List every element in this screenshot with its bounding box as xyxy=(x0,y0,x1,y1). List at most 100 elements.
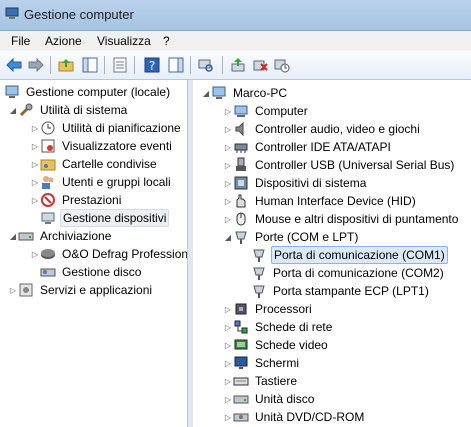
device-root[interactable]: ◢ Marco-PC xyxy=(201,84,289,102)
device-category[interactable]: ▷ Tastiere xyxy=(223,372,299,390)
tree-label: Utilità di pianificazione xyxy=(62,121,181,135)
device-category[interactable]: ▷ Computer xyxy=(223,102,310,120)
toolbar-separator xyxy=(134,56,135,74)
expand-arrow-icon[interactable]: ▷ xyxy=(223,102,233,120)
collapse-arrow-icon[interactable]: ◢ xyxy=(201,84,211,102)
expand-arrow-icon[interactable]: ▷ xyxy=(223,408,233,426)
device-category[interactable]: ▷ Controller USB (Universal Serial Bus) xyxy=(223,156,456,174)
expand-arrow-icon[interactable]: ▷ xyxy=(223,300,233,318)
collapse-arrow-icon[interactable]: ◢ xyxy=(223,228,233,246)
tree-label: Marco-PC xyxy=(233,86,288,100)
expand-arrow-icon[interactable]: ▷ xyxy=(223,192,233,210)
menu-help[interactable]: ? xyxy=(163,34,170,48)
port-icon xyxy=(233,229,249,245)
back-button[interactable] xyxy=(4,55,24,75)
collapse-arrow-icon[interactable]: ◢ xyxy=(8,101,18,119)
disable-device-button[interactable] xyxy=(272,55,292,75)
device-category[interactable]: ▷ Schede di rete xyxy=(223,318,334,336)
help-button[interactable]: ? xyxy=(142,55,162,75)
tree-item-gestione-dispositivi[interactable]: Gestione dispositivi xyxy=(40,209,170,227)
dvd-drive-icon xyxy=(233,409,249,425)
expand-arrow-icon[interactable]: ▷ xyxy=(223,174,233,192)
help-icon: ? xyxy=(144,57,160,73)
device-category[interactable]: ▷ Unità disco xyxy=(223,390,316,408)
device-category[interactable]: ▷ Schermi xyxy=(223,354,301,372)
device-category[interactable]: ▷ Processori xyxy=(223,300,314,318)
device-category[interactable]: ▷ Schede video xyxy=(223,336,330,354)
tree-item-defrag[interactable]: ▷ O&O Defrag Profession xyxy=(30,245,187,263)
device-category[interactable]: ▷ Controller audio, video e giochi xyxy=(223,120,422,138)
tree-label: Porte (COM e LPT) xyxy=(255,230,359,244)
expand-arrow-icon[interactable]: ▷ xyxy=(30,173,40,191)
performance-icon xyxy=(40,192,56,208)
expand-arrow-icon[interactable]: ▷ xyxy=(223,120,233,138)
expand-arrow-icon[interactable]: ▷ xyxy=(223,336,233,354)
device-category[interactable]: ▷ Unità DVD/CD-ROM xyxy=(223,408,366,426)
forward-button[interactable] xyxy=(26,55,46,75)
tree-item-utenti[interactable]: ▷ Utenti e gruppi locali xyxy=(30,173,173,191)
tree-label: Porta di comunicazione (COM1) xyxy=(271,246,448,264)
console-tree-icon xyxy=(82,57,98,73)
show-tree-button[interactable] xyxy=(80,55,100,75)
device-tree-pane[interactable]: ◢ Marco-PC ▷ Computer ▷ Controller audio… xyxy=(193,80,471,427)
back-arrow-icon xyxy=(6,58,22,72)
menu-azione[interactable]: Azione xyxy=(45,34,82,48)
expand-arrow-icon[interactable]: ▷ xyxy=(30,119,40,137)
device-category[interactable]: ▷ Controller IDE ATA/ATAPI xyxy=(223,138,393,156)
toolbar-separator xyxy=(190,56,191,74)
tree-label: Human Interface Device (HID) xyxy=(255,194,416,208)
tree-item-gestione-disco[interactable]: Gestione disco xyxy=(40,263,143,281)
tree-label: Schede di rete xyxy=(255,320,333,334)
port-item-lpt1[interactable]: Porta stampante ECP (LPT1) xyxy=(251,282,431,300)
tree-item-cartelle[interactable]: ▷ Cartelle condivise xyxy=(30,155,159,173)
computer-icon xyxy=(211,85,227,101)
shared-folder-icon xyxy=(40,156,56,172)
tree-label: Gestione disco xyxy=(62,265,142,279)
expand-arrow-icon[interactable]: ▷ xyxy=(8,281,18,299)
tree-item-root[interactable]: Gestione computer (locale) xyxy=(4,83,172,101)
expand-arrow-icon[interactable]: ▷ xyxy=(223,372,233,390)
expand-arrow-icon[interactable]: ▷ xyxy=(30,137,40,155)
network-adapter-icon xyxy=(233,319,249,335)
tree-label: Controller USB (Universal Serial Bus) xyxy=(255,158,455,172)
port-item-com2[interactable]: Porta di comunicazione (COM2) xyxy=(251,264,446,282)
expand-arrow-icon[interactable]: ▷ xyxy=(30,191,40,209)
tree-item-servizi[interactable]: ▷ Servizi e applicazioni xyxy=(8,281,154,299)
menu-visualizza[interactable]: Visualizza xyxy=(97,34,151,48)
scan-hardware-button[interactable] xyxy=(196,55,216,75)
device-category[interactable]: ▷ Human Interface Device (HID) xyxy=(223,192,418,210)
storage-icon xyxy=(18,228,34,244)
tree-label: Visualizzatore eventi xyxy=(62,139,172,153)
tree-label: Servizi e applicazioni xyxy=(40,283,153,297)
menu-file[interactable]: File xyxy=(11,34,30,48)
toolbar-separator xyxy=(50,56,51,74)
expand-arrow-icon[interactable]: ▷ xyxy=(30,155,40,173)
tree-item-utilita[interactable]: ◢ Utilità di sistema xyxy=(8,101,129,119)
device-category[interactable]: ▷ Dispositivi di sistema xyxy=(223,174,368,192)
device-category-porte[interactable]: ◢ Porte (COM e LPT) xyxy=(223,228,360,246)
update-driver-button[interactable] xyxy=(228,55,248,75)
show-action-pane-button[interactable] xyxy=(166,55,186,75)
tree-label: Gestione dispositivi xyxy=(60,209,170,227)
expand-arrow-icon[interactable]: ▷ xyxy=(223,354,233,372)
port-item-com1[interactable]: Porta di comunicazione (COM1) xyxy=(251,246,448,264)
properties-list-button[interactable] xyxy=(110,55,130,75)
tree-item-eventi[interactable]: ▷ Visualizzatore eventi xyxy=(30,137,174,155)
up-folder-button[interactable] xyxy=(56,55,76,75)
tree-item-prestazioni[interactable]: ▷ Prestazioni xyxy=(30,191,123,209)
tree-label: Utilità di sistema xyxy=(40,103,128,117)
expand-arrow-icon[interactable]: ▷ xyxy=(30,245,40,263)
expand-arrow-icon[interactable]: ▷ xyxy=(223,138,233,156)
tree-item-pianificazione[interactable]: ▷ Utilità di pianificazione xyxy=(30,119,183,137)
tree-item-archiviazione[interactable]: ◢ Archiviazione xyxy=(8,227,113,245)
expand-arrow-icon[interactable]: ▷ xyxy=(223,318,233,336)
device-category[interactable]: ▷ Mouse e altri dispositivi di puntament… xyxy=(223,210,460,228)
expand-arrow-icon[interactable]: ▷ xyxy=(223,156,233,174)
collapse-arrow-icon[interactable]: ◢ xyxy=(8,227,18,245)
uninstall-device-button[interactable] xyxy=(250,55,270,75)
tree-label: Dispositivi di sistema xyxy=(255,176,367,190)
expand-arrow-icon[interactable]: ▷ xyxy=(223,210,233,228)
console-tree-pane[interactable]: Gestione computer (locale) ◢ Utilità di … xyxy=(0,80,188,427)
expand-arrow-icon[interactable]: ▷ xyxy=(223,390,233,408)
services-icon xyxy=(18,282,34,298)
